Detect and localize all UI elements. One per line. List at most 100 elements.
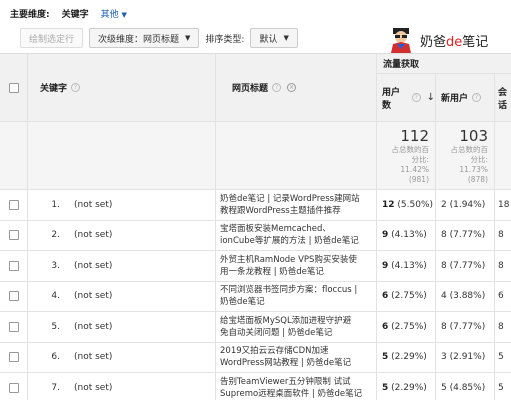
- keyword-cell: 2. (not set): [28, 220, 216, 250]
- sort-type-value: 默认: [259, 34, 278, 45]
- new-users-value: 8: [441, 260, 447, 271]
- keyword-cell: 7. (not set): [28, 373, 216, 400]
- users-value: 6: [382, 291, 389, 302]
- row-select-cell: [0, 251, 28, 281]
- page-title-value[interactable]: 告别TeamViewer五分钟限制 试试 Supremo远程桌面软件 | 奶爸d…: [220, 376, 362, 400]
- keyword-value[interactable]: (not set): [74, 291, 112, 301]
- page-title-line-1: 不同浏览器书签同步方案：floccus |: [220, 285, 358, 296]
- new-users-value: 2: [441, 199, 447, 210]
- dimension-other-link[interactable]: 其他 ▼: [101, 7, 127, 20]
- dimension-keyword[interactable]: 关键字: [62, 7, 89, 20]
- users-cell: 6 (2.75%): [377, 312, 436, 342]
- users-cell: 5 (2.29%): [377, 342, 436, 372]
- watermark-text-a: 奶爸: [420, 34, 447, 50]
- sessions-cell: 5: [495, 373, 511, 400]
- dimension-other-label[interactable]: 其他: [101, 10, 119, 20]
- watermark: 奶爸de笔记: [388, 26, 488, 54]
- row-checkbox[interactable]: [8, 352, 19, 363]
- header-page-title[interactable]: 网页标题 ? ×: [216, 54, 377, 121]
- sessions-value: 18: [498, 199, 510, 210]
- header-sessions[interactable]: 会话: [495, 74, 511, 121]
- row-index: 2.: [51, 230, 60, 241]
- keyword-value[interactable]: (not set): [74, 383, 112, 393]
- row-checkbox[interactable]: [8, 321, 19, 332]
- row-index: 7.: [51, 382, 60, 393]
- users-percent: (2.75%): [391, 291, 427, 302]
- new-users-cell: 5 (4.85%): [436, 373, 495, 400]
- table-row[interactable]: 7. (not set) 告别TeamViewer五分钟限制 试试 Suprem…: [0, 373, 511, 400]
- users-cell: 12 (5.50%): [377, 190, 436, 220]
- keyword-value[interactable]: (not set): [74, 230, 112, 240]
- header-select-cell: [0, 54, 28, 121]
- help-icon[interactable]: ?: [272, 83, 282, 92]
- primary-dimension-label: 主要维度:: [10, 9, 50, 20]
- table-row[interactable]: 2. (not set) 宝塔面板安装Memcached、 ionCube等扩展…: [0, 220, 511, 251]
- row-select-cell: [0, 190, 28, 220]
- header-users[interactable]: 用户数 ? ↓: [377, 74, 436, 121]
- header-keyword[interactable]: 关键字 ?: [28, 54, 216, 121]
- page-title-value[interactable]: 不同浏览器书签同步方案：floccus | 奶爸de笔记: [220, 284, 357, 308]
- header-new-users[interactable]: 新用户 ?: [436, 74, 495, 121]
- page-title-cell: 不同浏览器书签同步方案：floccus | 奶爸de笔记: [216, 281, 377, 311]
- new-users-percent: (7.77%): [449, 230, 486, 241]
- row-checkbox[interactable]: [8, 382, 19, 393]
- header-new-users-label: 新用户: [441, 94, 469, 104]
- help-icon[interactable]: ?: [411, 93, 421, 102]
- row-checkbox[interactable]: [8, 230, 19, 241]
- table-row[interactable]: 3. (not set) 外贸主机RamNode VPS购买安装使 用一条龙教程…: [0, 251, 511, 282]
- help-icon[interactable]: ?: [71, 83, 81, 92]
- table-row[interactable]: 1. (not set) 奶爸de笔记 | 记录WordPress建网站 教程跟…: [0, 190, 511, 221]
- secondary-dimension-button[interactable]: 次级维度：网页标题 ▼: [89, 28, 200, 48]
- page-title-value[interactable]: 给宝塔面板MySQL添加进程守护避 免自动关闭问题 | 奶爸de笔记: [220, 315, 351, 339]
- help-icon[interactable]: ?: [472, 93, 482, 102]
- page-title-line-2: 奶爸de笔记: [220, 297, 265, 308]
- table-row[interactable]: 5. (not set) 给宝塔面板MySQL添加进程守护避 免自动关闭问题 |…: [0, 312, 511, 343]
- remove-dimension-icon[interactable]: ×: [287, 83, 297, 92]
- new-users-cell: 8 (7.77%): [436, 312, 495, 342]
- plot-rows-button[interactable]: 绘制选定行: [20, 28, 84, 48]
- sort-type-select[interactable]: 默认 ▼: [250, 28, 298, 48]
- page-title-cell: 给宝塔面板MySQL添加进程守护避 免自动关闭问题 | 奶爸de笔记: [216, 312, 377, 342]
- total-new-users: 103 占总数的百 分比: 11.73% (878): [436, 122, 495, 189]
- row-checkbox[interactable]: [8, 260, 19, 271]
- users-cell: 5 (2.29%): [377, 373, 436, 400]
- primary-dimension-bar: 主要维度: 关键字 其他 ▼: [0, 0, 511, 26]
- select-all-checkbox[interactable]: [8, 82, 19, 93]
- new-users-percent: (3.88%): [449, 291, 486, 302]
- keyword-value[interactable]: (not set): [74, 352, 112, 362]
- row-select-cell: [0, 342, 28, 372]
- sort-desc-icon[interactable]: ↓: [427, 92, 435, 103]
- new-users-percent: (4.85%): [449, 382, 486, 393]
- total-users: 112 占总数的百 分比: 11.42% (981): [377, 122, 436, 189]
- page-title-line-2: Supremo远程桌面软件 | 奶爸de笔记: [220, 388, 363, 399]
- row-select-cell: [0, 312, 28, 342]
- page-title-line-1: 给宝塔面板MySQL添加进程守护避: [220, 315, 352, 326]
- keyword-value[interactable]: (not set): [74, 200, 112, 210]
- users-value: 9: [382, 260, 389, 271]
- users-percent: (4.13%): [391, 260, 427, 271]
- keyword-value[interactable]: (not set): [74, 322, 112, 332]
- page-title-cell: 告别TeamViewer五分钟限制 试试 Supremo远程桌面软件 | 奶爸d…: [216, 373, 377, 400]
- new-users-value: 3: [441, 352, 447, 363]
- keyword-value[interactable]: (not set): [74, 261, 112, 271]
- total-new-users-caption-2: 分比:: [470, 154, 488, 164]
- row-checkbox[interactable]: [8, 291, 19, 302]
- page-title-value[interactable]: 宝塔面板安装Memcached、 ionCube等扩展的方法 | 奶爸de笔记: [220, 223, 359, 247]
- page-title-line-2: 教程跟WordPress主题插件推荐: [220, 205, 341, 216]
- watermark-text-b: de: [446, 34, 463, 50]
- sessions-value: 8: [498, 230, 504, 241]
- table-row[interactable]: 4. (not set) 不同浏览器书签同步方案：floccus | 奶爸de笔…: [0, 281, 511, 312]
- row-index: 5.: [51, 321, 60, 332]
- mascot-icon: [391, 28, 411, 53]
- users-percent: (2.29%): [391, 382, 427, 393]
- row-checkbox[interactable]: [8, 199, 19, 210]
- sessions-cell: 5: [495, 343, 511, 373]
- row-index: 6.: [51, 352, 60, 363]
- page-title-value[interactable]: 奶爸de笔记 | 记录WordPress建网站 教程跟WordPress主题插件…: [220, 193, 360, 217]
- page-title-value[interactable]: 2019又拍云云存储CDN加速 WordPress网站教程 | 奶爸de笔记: [220, 345, 351, 369]
- table-row[interactable]: 6. (not set) 2019又拍云云存储CDN加速 WordPress网站…: [0, 342, 511, 373]
- page-title-value[interactable]: 外贸主机RamNode VPS购买安装使 用一条龙教程 | 奶爸de笔记: [220, 254, 357, 278]
- sessions-value: 5: [498, 352, 504, 363]
- page-title-line-1: 2019又拍云云存储CDN加速: [220, 346, 329, 357]
- page-title-line-2: 免自动关闭问题 | 奶爸de笔记: [220, 327, 333, 338]
